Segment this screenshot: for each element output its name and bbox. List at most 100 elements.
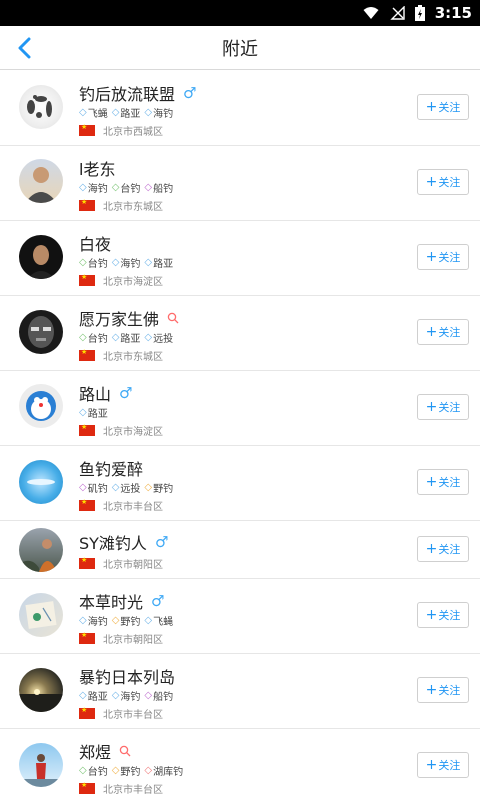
plus-icon: + xyxy=(425,474,438,490)
avatar[interactable] xyxy=(19,668,63,712)
male-icon: ♂ xyxy=(151,592,165,610)
tag: ◇ 船钓 xyxy=(144,690,174,703)
plus-icon: + xyxy=(425,607,438,623)
tag: ◇ 海钓 xyxy=(79,182,108,195)
back-button[interactable] xyxy=(10,34,38,62)
avatar[interactable] xyxy=(19,159,63,203)
list-item[interactable]: SY滩钓人 ♂ 北京市朝阳区 +关注 xyxy=(0,521,480,579)
tag: ◇ 湖库钓 xyxy=(144,765,184,778)
tag: ◇ 海钓 xyxy=(144,107,174,120)
tag: ◇ 路亚 xyxy=(79,407,108,420)
list-item[interactable]: l老东 ◇海钓 ◇台钓 ◇船钓 北京市东城区 +关注 xyxy=(0,146,480,221)
plus-icon: + xyxy=(425,757,438,773)
signal-icon xyxy=(389,6,405,20)
list-item[interactable]: 钓后放流联盟 ♂ ◇飞蝇 ◇路亚 ◇海钓 北京市西城区 +关注 xyxy=(0,71,480,146)
location: 北京市丰台区 xyxy=(79,781,163,796)
fishing-tags: ◇ 台钓 ◇ 路亚 ◇ 远投 xyxy=(79,330,173,345)
tag: ◇ 野钓 xyxy=(144,482,174,495)
tag: ◇ 海钓 xyxy=(111,690,141,703)
avatar[interactable] xyxy=(19,528,63,572)
tag-icon: ◇ xyxy=(144,690,153,701)
follow-button[interactable]: + 关注 xyxy=(417,169,469,195)
avatar-image xyxy=(27,95,52,118)
location: 北京市东城区 xyxy=(79,348,163,363)
location: 北京市东城区 xyxy=(79,198,163,213)
tag: ◇ 远投 xyxy=(111,482,141,495)
user-name: 路山 xyxy=(79,385,112,404)
china-flag-icon xyxy=(79,556,95,569)
fishing-tags: ◇ 路亚 ◇ 海钓 ◇ 船钓 xyxy=(79,688,173,703)
list-item[interactable]: 本草时光 ♂ ◇海钓 ◇野钓 ◇飞蝇 北京市朝阳区 +关注 xyxy=(0,579,480,654)
avatar-image xyxy=(25,167,57,203)
follow-button[interactable]: + 关注 xyxy=(417,536,469,562)
avatar[interactable] xyxy=(19,743,63,787)
page-title: 附近 xyxy=(222,38,258,60)
china-flag-icon xyxy=(79,348,95,361)
avatar[interactable] xyxy=(19,85,63,129)
tag: ◇ 路亚 xyxy=(111,107,141,120)
tag-icon: ◇ xyxy=(111,182,120,193)
avatar[interactable] xyxy=(19,235,63,279)
fishing-tags: ◇ 飞蝇 ◇ 路亚 ◇ 海钓 xyxy=(79,105,173,120)
status-bar: 3:15 xyxy=(0,0,480,26)
user-name: 钓后放流联盟 xyxy=(79,85,176,104)
tag: ◇ 海钓 xyxy=(79,615,108,628)
follow-button[interactable]: + 关注 xyxy=(417,677,469,703)
tag: ◇ 台钓 xyxy=(79,332,108,345)
user-name: SY滩钓人 xyxy=(79,534,147,553)
follow-button[interactable]: + 关注 xyxy=(417,752,469,778)
follow-button[interactable]: + 关注 xyxy=(417,319,469,345)
user-name: 暴钓日本列岛 xyxy=(79,668,176,687)
user-name: 郑煜 xyxy=(79,743,112,762)
tag-icon: ◇ xyxy=(111,332,120,343)
avatar-image xyxy=(26,391,56,421)
list-item[interactable]: 路山 ♂ ◇路亚 北京市海淀区 +关注 xyxy=(0,371,480,446)
tag-icon: ◇ xyxy=(144,257,153,268)
tag-icon: ◇ xyxy=(144,332,153,343)
avatar-image xyxy=(27,245,55,279)
user-name: 白夜 xyxy=(79,235,112,254)
follow-button[interactable]: + 关注 xyxy=(417,602,469,628)
plus-icon: + xyxy=(425,324,438,340)
tag: ◇ 飞蝇 xyxy=(79,107,108,120)
list-item[interactable]: 白夜 ◇台钓 ◇海钓 ◇路亚 北京市海淀区 +关注 xyxy=(0,221,480,296)
tag: ◇ 台钓 xyxy=(79,257,108,270)
avatar-image xyxy=(28,316,54,348)
tag-icon: ◇ xyxy=(111,615,120,626)
plus-icon: + xyxy=(425,174,438,190)
list-item[interactable]: 愿万家生佛 ◇台钓 ◇路亚 ◇远投 北京市东城区 +关注 xyxy=(0,296,480,371)
tag: ◇ 野钓 xyxy=(111,765,141,778)
follow-button[interactable]: + 关注 xyxy=(417,94,469,120)
china-flag-icon xyxy=(79,123,95,136)
list-item[interactable]: 郑煜 ◇台钓 ◇野钓 ◇湖库钓 北京市丰台区 +关注 xyxy=(0,729,480,800)
tag-icon: ◇ xyxy=(79,257,87,268)
user-name: 愿万家生佛 xyxy=(79,310,160,329)
location: 北京市朝阳区 xyxy=(79,631,163,646)
follow-button[interactable]: + 关注 xyxy=(417,469,469,495)
avatar[interactable] xyxy=(19,310,63,354)
tag: ◇ 路亚 xyxy=(79,690,108,703)
tag: ◇ 飞蝇 xyxy=(144,615,174,628)
battery-charging-icon xyxy=(414,5,425,21)
avatar-image xyxy=(19,689,63,712)
tag-icon: ◇ xyxy=(79,690,87,701)
plus-icon: + xyxy=(425,99,438,115)
tag-icon: ◇ xyxy=(79,482,87,493)
avatar[interactable] xyxy=(19,460,63,504)
follow-button[interactable]: + 关注 xyxy=(417,394,469,420)
avatar[interactable] xyxy=(19,593,63,637)
avatar[interactable] xyxy=(19,384,63,428)
list-item[interactable]: 鱼钓爱醉 ◇矶钓 ◇远投 ◇野钓 北京市丰台区 +关注 xyxy=(0,446,480,521)
location: 北京市海淀区 xyxy=(79,423,163,438)
tag-icon: ◇ xyxy=(111,107,120,118)
location: 北京市丰台区 xyxy=(79,498,163,513)
tag: ◇ 台钓 xyxy=(79,765,108,778)
location: 北京市朝阳区 xyxy=(79,556,163,571)
tag-icon: ◇ xyxy=(144,182,153,193)
tag-icon: ◇ xyxy=(111,690,120,701)
china-flag-icon xyxy=(79,423,95,436)
follow-button[interactable]: + 关注 xyxy=(417,244,469,270)
list-item[interactable]: 暴钓日本列岛 ◇路亚 ◇海钓 ◇船钓 北京市丰台区 +关注 xyxy=(0,654,480,729)
fishing-tags: ◇ 海钓 ◇ 野钓 ◇ 飞蝇 xyxy=(79,613,173,628)
search-icon xyxy=(119,745,131,757)
